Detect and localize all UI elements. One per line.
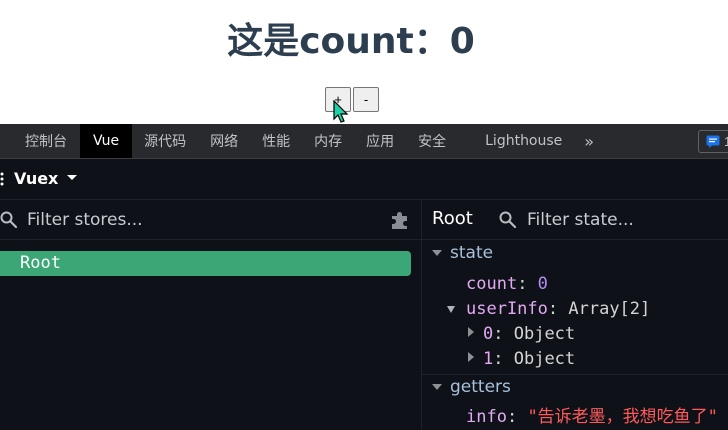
tab-performance[interactable]: 性能	[250, 124, 302, 158]
message-icon	[706, 135, 720, 148]
state-section-header[interactable]: state	[422, 241, 728, 267]
caret-down-icon[interactable]	[447, 305, 455, 315]
page-title: 这是count：0	[227, 21, 475, 62]
search-icon	[0, 211, 18, 229]
more-tabs-icon[interactable]: »	[574, 124, 604, 158]
devtools-tab-bar: 控制台 Vue 源代码 网络 性能 内存 应用 安全 Lighthouse » …	[0, 124, 728, 159]
search-icon	[499, 211, 517, 229]
getters-section-header[interactable]: getters	[422, 375, 728, 401]
mouse-cursor-icon	[333, 100, 349, 123]
state-search-row: Root	[422, 200, 728, 240]
store-search-row	[0, 200, 421, 240]
vue-devtools-panel: Vuex Root Root	[0, 159, 728, 430]
store-item-root[interactable]: Root	[0, 251, 411, 276]
tab-memory[interactable]: 内存	[302, 124, 354, 158]
state-row-userinfo[interactable]: userInfo: Array[2]	[466, 298, 650, 320]
store-selector-label[interactable]: Vuex	[14, 169, 58, 188]
stores-pane: Root	[0, 200, 422, 430]
decrement-button[interactable]: -	[353, 87, 379, 112]
caret-right-icon[interactable]	[467, 327, 475, 337]
state-row-count[interactable]: count: 0	[466, 273, 548, 295]
state-row-userinfo-1[interactable]: 1: Object	[483, 348, 575, 370]
tab-sources[interactable]: 源代码	[132, 124, 198, 158]
tab-application[interactable]: 应用	[354, 124, 406, 158]
drag-handle-icon[interactable]	[0, 172, 4, 186]
tab-lighthouse[interactable]: Lighthouse	[458, 124, 574, 158]
inspector-title: Root	[432, 208, 473, 229]
state-inspector-pane: Root state count: 0 userInfo: Array[2]	[422, 200, 728, 430]
getters-label: getters	[450, 377, 511, 397]
tab-vue[interactable]: Vue	[80, 124, 133, 158]
filter-state-input[interactable]	[527, 208, 727, 232]
vuex-toolbar: Vuex	[0, 159, 728, 200]
puzzle-icon[interactable]	[389, 209, 411, 231]
tab-network[interactable]: 网络	[198, 124, 250, 158]
chevron-down-icon[interactable]	[66, 174, 78, 182]
state-row-userinfo-0[interactable]: 0: Object	[483, 323, 575, 345]
tab-console[interactable]: 控制台	[0, 124, 80, 158]
caret-right-icon[interactable]	[467, 352, 475, 362]
issues-badge[interactable]: 1	[698, 130, 728, 153]
getter-row-info[interactable]: info: "告诉老墨，我想吃鱼了"	[466, 406, 718, 428]
state-label: state	[450, 243, 494, 263]
caret-down-icon	[432, 384, 442, 390]
caret-down-icon	[432, 250, 442, 256]
issues-count: 1	[724, 134, 728, 149]
filter-stores-input[interactable]	[27, 208, 367, 232]
tab-security[interactable]: 安全	[406, 124, 458, 158]
app-page: 这是count：0 + -	[0, 0, 728, 124]
